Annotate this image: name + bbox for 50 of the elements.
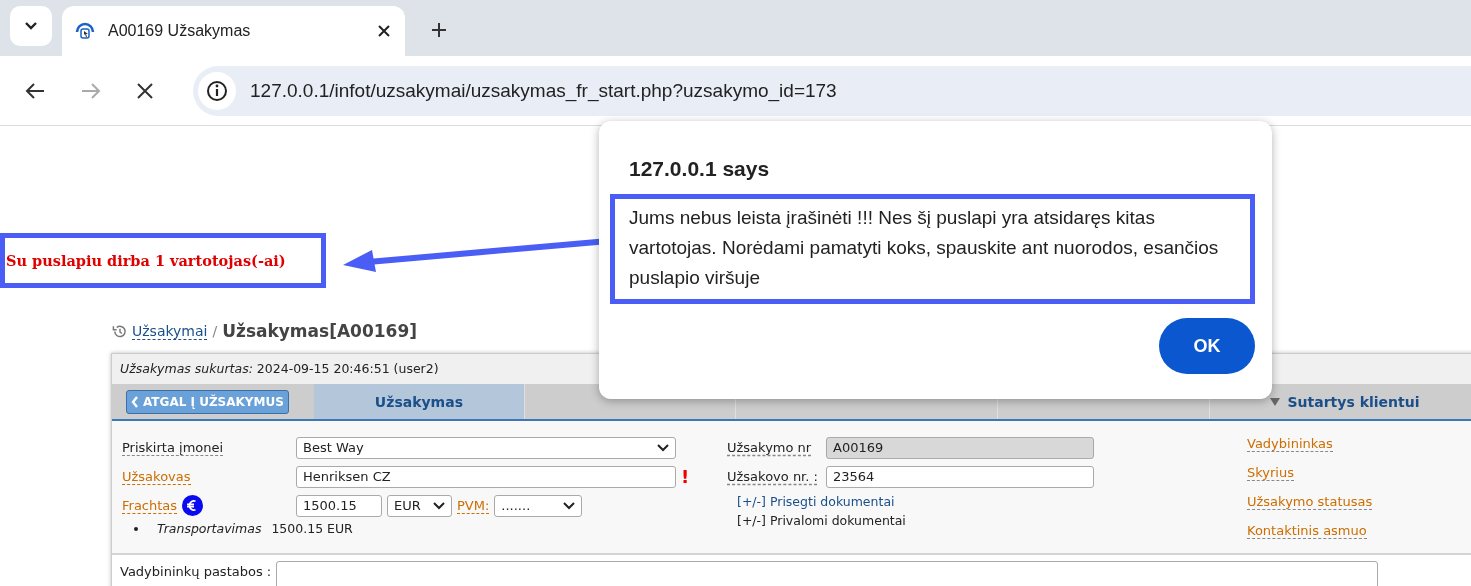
chevron-down-icon [657, 443, 669, 452]
chevron-down-icon [563, 501, 576, 510]
tab[interactable]: Užsakymas [314, 384, 525, 419]
documents-toggle[interactable]: [+/-] Prisegti dokumentai [737, 494, 895, 509]
input-field[interactable]: Henriksen CZ [296, 465, 676, 488]
browser-tab[interactable]: A00169 Užsakymas [62, 6, 405, 56]
breadcrumb-separator: / [212, 323, 218, 339]
charge-amount: 1500.15 EUR [271, 521, 353, 536]
input-field[interactable]: 23564 [826, 465, 1094, 488]
documents-toggle[interactable]: [+/-] Privalomi dokumentai [737, 513, 906, 528]
field-label: Užsakovas [122, 468, 191, 485]
dialog-message: Jums nebus leista įrašinėti !!! Nes šį puslapi yra atsidaręs kitas vartotojas. Norėdami pamatyti koks, spauskite ant nuorodos, esančios puslapio viršuje [629, 206, 1220, 290]
field-label: Užsakovo nr. : [727, 469, 819, 484]
close-icon[interactable] [377, 24, 391, 38]
bullet-icon [134, 526, 138, 531]
chevron-left-icon [131, 395, 139, 408]
chevron-down-icon [433, 501, 445, 510]
input-field[interactable]: A00169 [826, 436, 1094, 459]
address-bar[interactable]: 127.0.0.1/infot/uzsakymai/uzsakymas_fr_start.php?uzsakymo_id=173 [193, 65, 1471, 116]
warning-text: Su puslapiu dirba 1 vartotojas(-ai) [6, 252, 286, 269]
new-tab-icon[interactable] [431, 22, 447, 38]
field-label: Frachtas [122, 497, 178, 514]
notes-label: Vadybininkų pastabos : [120, 564, 272, 579]
currency-select[interactable]: EUR [387, 494, 452, 517]
field-link[interactable]: Skyrius [1247, 465, 1294, 481]
amount-field[interactable]: 1500.15 [296, 494, 382, 517]
caret-icon [1269, 396, 1280, 407]
field-link[interactable]: Užsakymo statusas [1247, 494, 1373, 510]
required-mark: ! [681, 466, 690, 487]
chevron-down-icon [24, 21, 38, 31]
dialog-title: 127.0.0.1 says [629, 157, 771, 181]
company-select[interactable]: Best Way [296, 436, 676, 459]
field-link[interactable]: Kontaktinis asmuo [1247, 523, 1367, 539]
charge-name: Transportavimas [157, 521, 262, 536]
tab[interactable]: Sutartys klientui [1209, 384, 1471, 419]
ok-button[interactable]: OK [1159, 318, 1255, 374]
page-favicon-icon [74, 20, 96, 42]
field-label: Užsakymo nr [727, 440, 813, 455]
history-icon [112, 323, 127, 339]
page-title: Užsakymas[A00169] [222, 321, 417, 341]
info-icon[interactable] [206, 79, 228, 102]
euro-icon[interactable] [182, 495, 204, 516]
tab-title: A00169 Užsakymas [108, 22, 252, 40]
notes-field[interactable] [276, 561, 1379, 586]
stop-icon[interactable] [136, 81, 154, 100]
field-label: Priskirta įmonei [122, 439, 224, 456]
vat-select[interactable]: ....... [494, 494, 583, 517]
field-link[interactable]: Vadybininkas [1247, 436, 1333, 452]
vat-label: PVM: [457, 497, 490, 514]
breadcrumb-link[interactable]: Užsakymai [132, 322, 208, 340]
